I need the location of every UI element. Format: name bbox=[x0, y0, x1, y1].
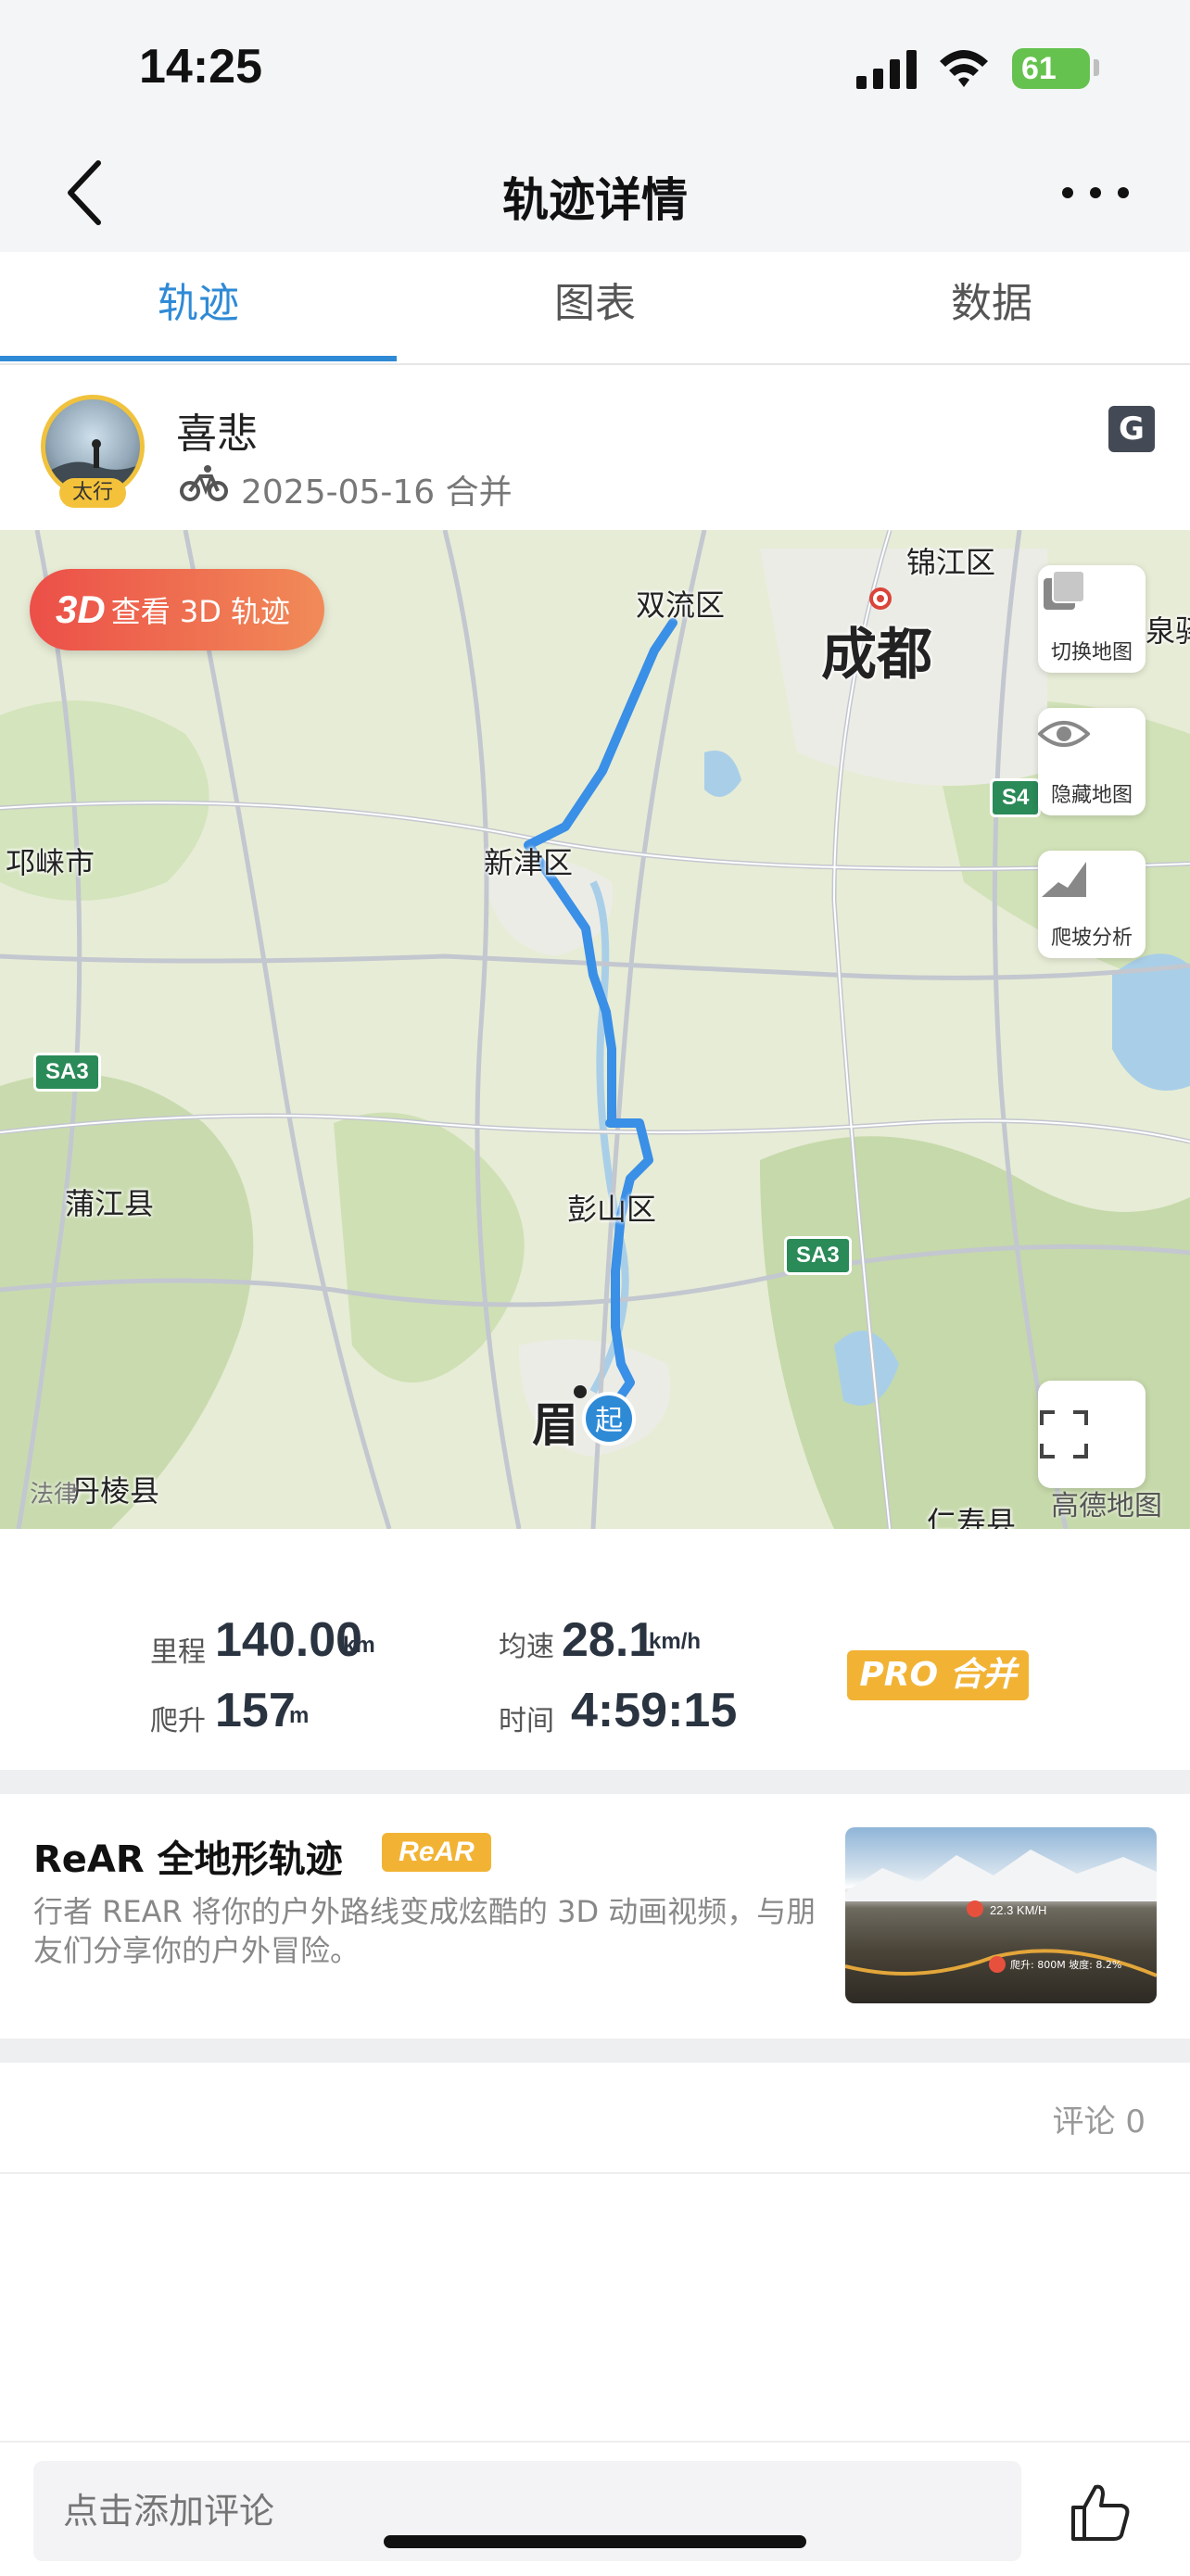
view-3d-track-button[interactable]: 3D 查看 3D 轨迹 bbox=[30, 569, 324, 650]
place-pengshan: 彭山区 bbox=[567, 1192, 657, 1227]
start-point-marker: 起 bbox=[582, 1392, 636, 1446]
place-shuangliu: 双流区 bbox=[636, 587, 726, 623]
distance-value: 140.00 bbox=[215, 1613, 363, 1667]
highway-shield-sa3-west: SA3 bbox=[33, 1053, 101, 1092]
time-label: 时间 bbox=[499, 1705, 554, 1737]
place-chengdu: 成都 bbox=[821, 623, 932, 688]
fullscreen-button[interactable] bbox=[1038, 1381, 1146, 1488]
page-title: 轨迹详情 bbox=[502, 173, 688, 227]
rear-preview-image[interactable]: 22.3 KM/H 爬升: 800M 坡度: 8.2% bbox=[845, 1827, 1157, 2003]
hide-map-button[interactable]: 隐藏地图 bbox=[1038, 708, 1146, 815]
tab-bar: 轨迹 图表 数据 bbox=[0, 252, 1190, 365]
climb-label: 爬升 bbox=[150, 1705, 206, 1737]
tab-data[interactable]: 数据 bbox=[793, 252, 1190, 363]
switch-map-button[interactable]: 切换地图 bbox=[1038, 565, 1146, 673]
hide-map-label: 隐藏地图 bbox=[1050, 784, 1133, 807]
view-3d-track-label: 查看 3D 轨迹 bbox=[110, 594, 291, 629]
climb-chart-icon bbox=[1042, 862, 1086, 897]
user-name[interactable]: 喜悲 bbox=[176, 400, 258, 460]
time-value: 4:59:15 bbox=[571, 1684, 738, 1737]
tab-track[interactable]: 轨迹 bbox=[0, 252, 397, 363]
climb-unit: m bbox=[289, 1703, 310, 1728]
rear-description: 行者 REAR 将你的户外路线变成炫酷的 3D 动画视频，与朋友们分享你的户外冒… bbox=[33, 1894, 817, 1968]
speed-unit: km/h bbox=[649, 1629, 702, 1654]
battery-cap bbox=[1094, 59, 1099, 76]
map-provider-logo: 高德地图 bbox=[1051, 1490, 1162, 1522]
app-logo-icon[interactable]: G bbox=[1108, 406, 1155, 452]
distance-unit: km bbox=[343, 1633, 375, 1658]
place-longquan: 泉驿 bbox=[1146, 613, 1190, 649]
tab-charts[interactable]: 图表 bbox=[397, 252, 793, 363]
place-xinjin: 新津区 bbox=[484, 845, 574, 880]
status-time: 14:25 bbox=[139, 40, 262, 94]
home-indicator bbox=[384, 2535, 806, 2548]
3d-icon: 3D bbox=[56, 587, 106, 631]
rear-title: ReAR 全地形轨迹 bbox=[33, 1838, 343, 1881]
layers-icon bbox=[1044, 570, 1085, 610]
map-legal-link[interactable]: 法律 bbox=[30, 1475, 78, 1509]
rear-badge: ReAR bbox=[382, 1833, 491, 1872]
bicycle-icon bbox=[180, 465, 228, 501]
place-meishan: 眉 bbox=[532, 1398, 578, 1452]
battery-level: 61 bbox=[1021, 51, 1057, 86]
highway-shield-sa3-east: SA3 bbox=[784, 1236, 852, 1275]
switch-map-label: 切换地图 bbox=[1050, 641, 1133, 664]
rear-promo-card[interactable]: ReAR 全地形轨迹 ReAR 行者 REAR 将你的户外路线变成炫酷的 3D … bbox=[0, 1794, 1190, 2039]
rear-thumb-stats: 爬升: 800M 坡度: 8.2% bbox=[1010, 1958, 1121, 1971]
section-divider bbox=[0, 2039, 1190, 2063]
battery-indicator: 61 bbox=[1012, 48, 1090, 89]
climb-analysis-button[interactable]: 爬坡分析 bbox=[1038, 851, 1146, 958]
expand-icon bbox=[1040, 1410, 1088, 1458]
distance-label: 里程 bbox=[150, 1636, 206, 1669]
place-renshou: 仁寿县 bbox=[927, 1505, 1017, 1529]
highway-shield-s4: S4 bbox=[990, 778, 1042, 817]
section-divider bbox=[0, 1770, 1190, 1794]
map-background bbox=[0, 530, 1190, 1529]
rear-preview-graphic: 22.3 KM/H 爬升: 800M 坡度: 8.2% bbox=[845, 1850, 1157, 1977]
comment-count[interactable]: 评论 0 bbox=[1053, 2096, 1146, 2141]
cellular-signal-icon bbox=[856, 50, 917, 89]
pro-merge-badge[interactable]: PRO 合并 bbox=[847, 1650, 1029, 1700]
comment-divider bbox=[0, 2172, 1190, 2174]
place-qionglai: 邛崃市 bbox=[6, 845, 95, 880]
place-jinjiang: 锦江区 bbox=[906, 545, 996, 580]
climb-analysis-label: 爬坡分析 bbox=[1050, 927, 1133, 950]
place-danling: 丹棱县 bbox=[70, 1473, 160, 1509]
active-tab-indicator bbox=[0, 356, 397, 361]
route-map[interactable]: 锦江区 双流区 成都 泉驿 邛崃市 新津区 蒲江县 彭山区 眉 丹棱县 仁寿县 … bbox=[0, 530, 1190, 1529]
wifi-icon bbox=[940, 50, 988, 87]
rear-thumb-speed: 22.3 KM/H bbox=[990, 1903, 1046, 1917]
user-level-badge: 太行 bbox=[59, 478, 126, 508]
climb-value: 157 bbox=[215, 1684, 296, 1737]
speed-value: 28.1 bbox=[562, 1613, 656, 1667]
ride-date: 2025-05-16 合并 bbox=[241, 474, 513, 511]
thumbs-up-icon[interactable] bbox=[1068, 2480, 1133, 2544]
place-pujiang: 蒲江县 bbox=[65, 1186, 155, 1221]
speed-label: 均速 bbox=[499, 1631, 554, 1663]
more-options-icon[interactable] bbox=[1058, 182, 1133, 204]
eye-icon bbox=[1038, 721, 1090, 747]
ride-stats: 里程 140.00 km 均速 28.1 km/h 爬升 157 m 时间 4:… bbox=[0, 1529, 1190, 1770]
